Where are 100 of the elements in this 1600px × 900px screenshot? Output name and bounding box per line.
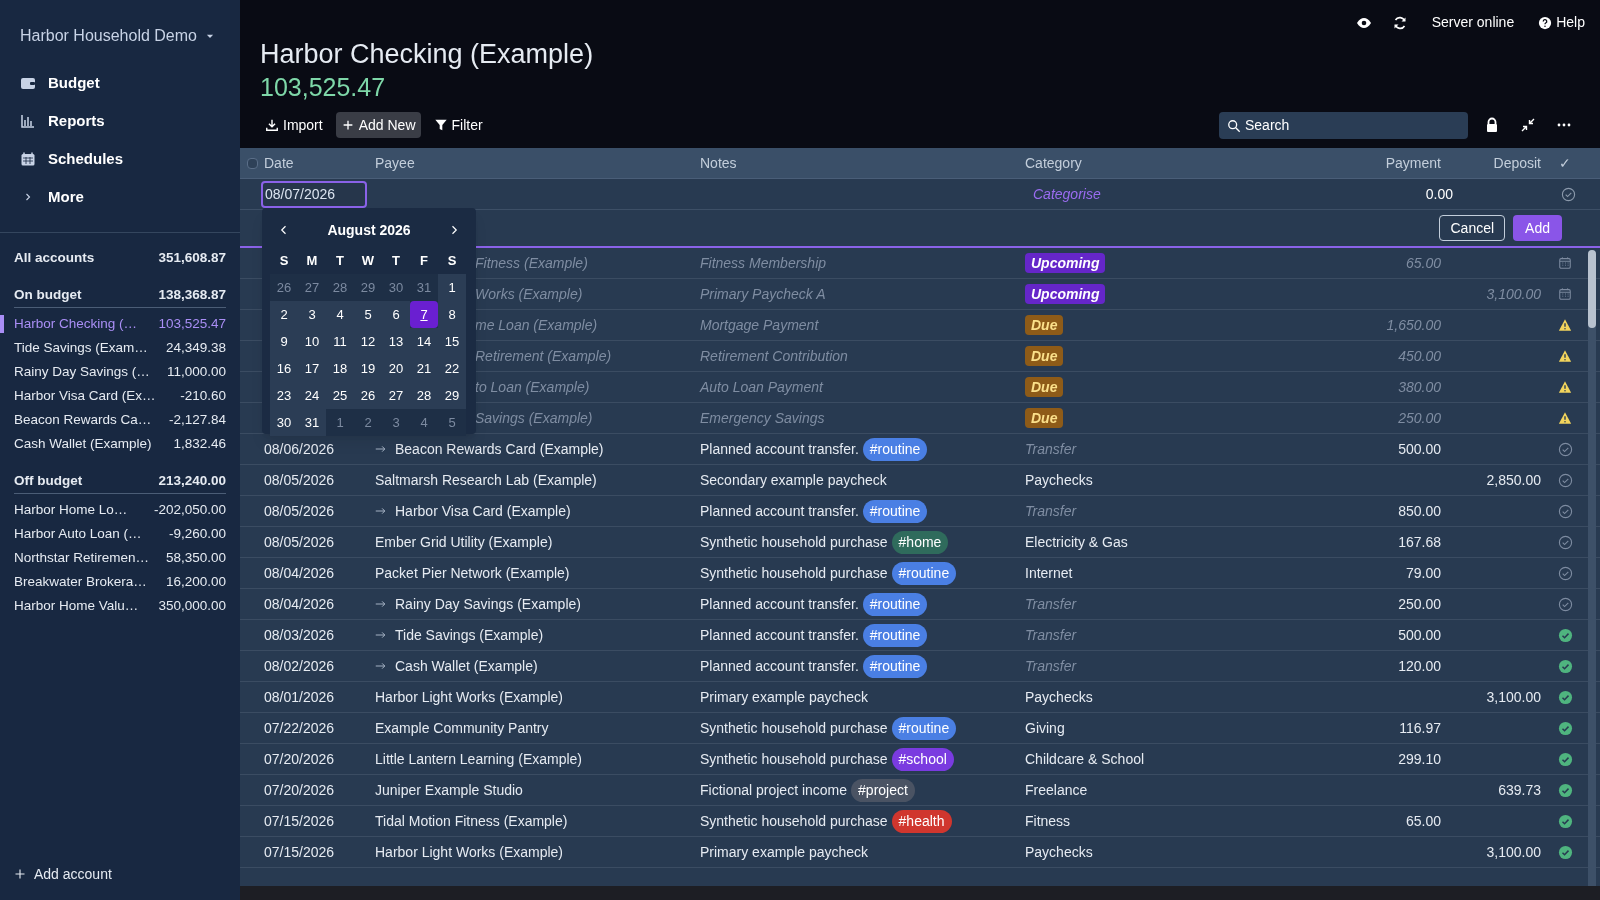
calendar-day[interactable]: 9 [270, 328, 298, 355]
account-item[interactable]: Harbor Checking (… 103,525.47 [0, 312, 226, 336]
calendar-day[interactable]: 29 [438, 382, 466, 409]
cancel-button[interactable]: Cancel [1439, 215, 1506, 241]
nav-item[interactable]: Budget [20, 64, 220, 102]
category-cell: Freelance [1025, 781, 1088, 798]
calendar-day[interactable]: 11 [326, 328, 354, 355]
weekday-label: W [361, 253, 375, 268]
calendar-day[interactable]: 14 [410, 328, 438, 355]
calendar-day[interactable]: 15 [438, 328, 466, 355]
account-item[interactable]: Tide Savings (Exam… 24,349.38 [0, 336, 226, 360]
nav-item[interactable]: Reports [20, 102, 220, 140]
calendar-day[interactable]: 1 [438, 274, 466, 301]
tag-pill[interactable]: #routine [891, 716, 957, 740]
category-cell: Paychecks [1025, 843, 1093, 860]
help-button[interactable]: Help [1538, 8, 1585, 37]
add-account-button[interactable]: Add account [0, 852, 240, 896]
tag-pill[interactable]: #health [891, 809, 952, 833]
notes-cell-text: Synthetic household purchase [700, 811, 888, 831]
scrollbar[interactable] [1588, 250, 1596, 886]
category-cell: Transfer [1025, 440, 1077, 457]
account-group-header[interactable]: Off budget 213,240.00 [14, 470, 226, 494]
column-header[interactable]: Category [1025, 154, 1082, 171]
calendar-day[interactable]: 17 [298, 355, 326, 382]
calendar-day[interactable]: 5 [354, 301, 382, 328]
tag-pill[interactable]: #routine [862, 499, 928, 523]
calendar-day[interactable]: 18 [326, 355, 354, 382]
payment-cell: 450.00 [1398, 347, 1441, 364]
account-item[interactable]: Harbor Home Valu… 350,000.00 [0, 594, 226, 618]
category-cell: Internet [1025, 564, 1073, 581]
tag-pill[interactable]: #routine [862, 654, 928, 678]
column-header[interactable]: Date [264, 154, 294, 171]
calendar-day[interactable]: 25 [326, 382, 354, 409]
toolbar-button[interactable]: Filter [428, 112, 488, 138]
account-item[interactable]: Harbor Auto Loan (… -9,260.00 [0, 522, 226, 546]
tag-pill[interactable]: #routine [891, 561, 957, 585]
calendar-day[interactable]: 3 [298, 301, 326, 328]
account-item[interactable]: Northstar Retiremen… 58,350.00 [0, 546, 226, 570]
calendar-day[interactable]: 31 [298, 409, 326, 436]
calendar-day[interactable]: 6 [382, 301, 410, 328]
account-item[interactable]: Cash Wallet (Example) 1,832.46 [0, 432, 226, 456]
calendar-day[interactable]: 13 [382, 328, 410, 355]
status-badge: Due [1025, 314, 1064, 335]
tag-pill[interactable]: #routine [862, 437, 928, 461]
tag-pill[interactable]: #school [891, 747, 954, 771]
column-header[interactable]: Deposit [1493, 154, 1541, 171]
calendar-day[interactable]: 22 [438, 355, 466, 382]
notes-cell-text: Fitness Membership [700, 253, 827, 273]
account-item[interactable]: Rainy Day Savings (… 11,000.00 [0, 360, 226, 384]
calendar-day[interactable]: 26 [354, 382, 382, 409]
account-item[interactable]: Harbor Visa Card (Ex… -210.60 [0, 384, 226, 408]
calendar-day[interactable]: 2 [270, 301, 298, 328]
calendar-day[interactable]: 23 [270, 382, 298, 409]
tag-pill[interactable]: #routine [862, 623, 928, 647]
calendar-day[interactable]: 24 [298, 382, 326, 409]
calendar-day[interactable]: 12 [354, 328, 382, 355]
column-header[interactable]: ✓ [1559, 154, 1571, 171]
status-badge: Upcoming [1025, 252, 1106, 273]
column-header[interactable]: Payment [1385, 154, 1441, 171]
account-group-header[interactable]: On budget 138,368.87 [14, 284, 226, 308]
tag-pill[interactable]: #routine [862, 592, 928, 616]
tag-pill[interactable]: #home [891, 530, 949, 554]
calendar-day[interactable]: 20 [382, 355, 410, 382]
column-header[interactable]: Payee [375, 154, 415, 171]
tag-pill[interactable]: #project [851, 778, 915, 802]
calendar-day[interactable]: 30 [270, 409, 298, 436]
calendar-day[interactable]: 4 [326, 301, 354, 328]
filter-icon [433, 118, 448, 132]
calendar-day[interactable]: 10 [298, 328, 326, 355]
calendar-day[interactable]: 28 [410, 382, 438, 409]
server-status-button[interactable]: Server online [1427, 8, 1519, 37]
toolbar-button[interactable]: Add New [335, 112, 421, 138]
calendar-day[interactable]: 8 [438, 301, 466, 328]
payment-field[interactable]: 0.00 [1425, 185, 1453, 202]
account-item[interactable]: Beacon Rewards Ca… -2,127.84 [0, 408, 226, 432]
account-item[interactable]: Breakwater Brokera… 16,200.00 [0, 570, 226, 594]
all-accounts-row[interactable]: All accounts 351,608.87 [14, 246, 226, 270]
payee-cell-text: Tide Savings (Example) [395, 625, 544, 645]
payee-cell-text: Little Lantern Learning (Example) [375, 749, 582, 769]
payee-cell-text: Beacon Rewards Card (Example) [395, 439, 604, 459]
nav-item[interactable]: Schedules [20, 140, 220, 178]
account-item[interactable]: Harbor Home Lo… -202,050.00 [0, 498, 226, 522]
toolbar-button[interactable]: Import [260, 112, 328, 138]
add-button[interactable]: Add [1513, 215, 1562, 241]
calendar-day[interactable]: 16 [270, 355, 298, 382]
calendar-day[interactable]: 27 [382, 382, 410, 409]
status-badge: Due [1025, 345, 1064, 366]
category-cell: Childcare & School [1025, 750, 1145, 767]
budget-name-menu[interactable]: Harbor Household Demo [20, 24, 220, 48]
search-field[interactable]: Search [1219, 111, 1468, 139]
calendar-day[interactable]: 19 [354, 355, 382, 382]
calendar-day[interactable]: 7 [410, 301, 438, 328]
payment-cell: 65.00 [1405, 254, 1441, 271]
select-all-checkbox[interactable] [246, 157, 258, 169]
date-input-field[interactable]: 08/07/2026 [261, 180, 367, 208]
category-cell: Electricity & Gas [1025, 533, 1128, 550]
nav-item[interactable]: More [20, 178, 220, 216]
category-cell: Transfer [1025, 657, 1077, 674]
column-header[interactable]: Notes [700, 154, 737, 171]
calendar-day[interactable]: 21 [410, 355, 438, 382]
